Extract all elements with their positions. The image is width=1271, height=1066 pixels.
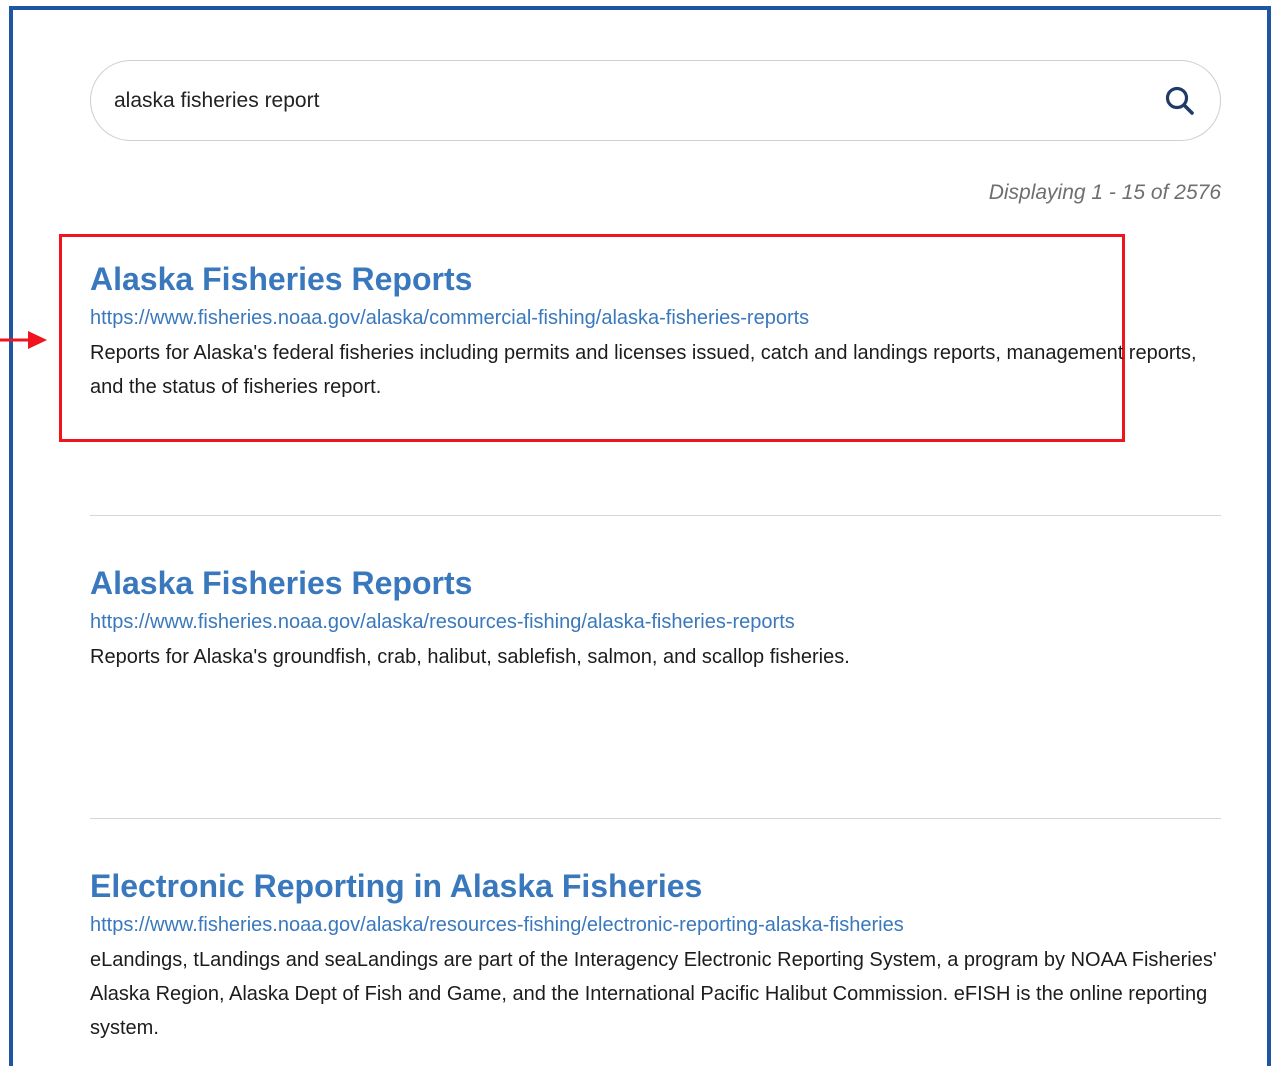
result-url-link[interactable]: https://www.fisheries.noaa.gov/alaska/re… bbox=[90, 913, 1221, 937]
result-title-link[interactable]: Alaska Fisheries Reports bbox=[90, 259, 1221, 299]
result-count: Displaying 1 - 15 of 2576 bbox=[988, 181, 1221, 204]
result-divider bbox=[90, 515, 1221, 516]
search-bar bbox=[90, 60, 1221, 141]
result-title-link[interactable]: Electronic Reporting in Alaska Fisheries bbox=[90, 866, 1221, 906]
result-divider bbox=[90, 818, 1221, 819]
result-url-link[interactable]: https://www.fisheries.noaa.gov/alaska/re… bbox=[90, 610, 1221, 634]
result-url-link[interactable]: https://www.fisheries.noaa.gov/alaska/co… bbox=[90, 306, 1221, 330]
search-icon[interactable] bbox=[1164, 85, 1196, 117]
result-description: Reports for Alaska's groundfish, crab, h… bbox=[90, 646, 850, 668]
search-result-2: Alaska Fisheries Reports https://www.fis… bbox=[90, 563, 1221, 674]
arrow-pointer-icon bbox=[0, 331, 47, 349]
search-result-1: Alaska Fisheries Reports https://www.fis… bbox=[90, 259, 1221, 404]
result-description: eLandings, tLandings and seaLandings are… bbox=[90, 949, 1217, 1039]
search-input[interactable] bbox=[114, 83, 1114, 119]
search-result-3: Electronic Reporting in Alaska Fisheries… bbox=[90, 866, 1221, 1045]
result-title-link[interactable]: Alaska Fisheries Reports bbox=[90, 563, 1221, 603]
result-description: Reports for Alaska's federal fisheries i… bbox=[90, 342, 1197, 398]
